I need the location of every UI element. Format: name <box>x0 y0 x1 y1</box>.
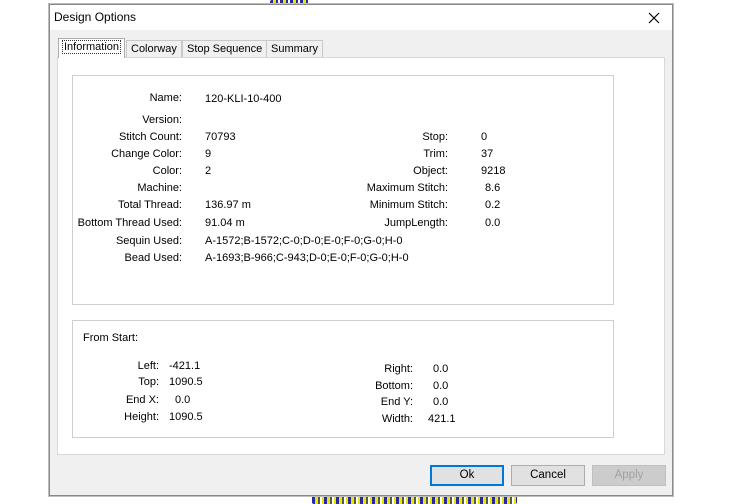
top-label: Top: <box>138 376 159 388</box>
stitch-count-label: Stitch Count: <box>119 131 182 143</box>
design-info-group: Name: 120-KLI-10-400 Version: Stitch Cou… <box>72 75 614 305</box>
information-panel: Name: 120-KLI-10-400 Version: Stitch Cou… <box>57 57 665 455</box>
sequin-used-label: Sequin Used: <box>115 235 182 247</box>
ok-button[interactable]: Ok <box>430 465 504 486</box>
maximum-stitch-value: 8.6 <box>485 182 501 194</box>
maximum-stitch-label: Maximum Stitch: <box>366 182 448 194</box>
end-x-label: End X: <box>125 394 159 406</box>
total-thread-label: Total Thread: <box>117 199 182 211</box>
color-label: Color: <box>152 165 182 177</box>
bottom-thread-label: Bottom Thread Used: <box>77 217 182 229</box>
bottom-label: Bottom: <box>375 380 413 392</box>
bottom-value: 0.0 <box>433 380 449 392</box>
bead-used-value: A-1693;B-966;C-943;D-0;E-0;F-0;G-0;H-0 <box>205 252 409 264</box>
sequin-used-value: A-1572;B-1572;C-0;D-0;E-0;F-0;G-0;H-0 <box>205 235 403 247</box>
total-thread-value: 136.97 m <box>205 199 251 211</box>
right-value: 0.0 <box>433 363 449 375</box>
end-x-value: 0.0 <box>175 394 191 406</box>
bottom-thread-value: 91.04 m <box>205 217 245 229</box>
height-label: Height: <box>124 411 159 423</box>
minimum-stitch-value: 0.2 <box>485 199 501 211</box>
height-value: 1090.5 <box>169 411 203 423</box>
bead-used-label: Bead Used: <box>124 252 182 264</box>
tab-stop-sequence[interactable]: Stop Sequence <box>182 40 268 58</box>
title-bar[interactable]: Design Options <box>50 5 672 30</box>
name-label: Name: <box>149 92 182 104</box>
end-y-label: End Y: <box>380 396 413 408</box>
dialog-title: Design Options <box>54 10 137 24</box>
machine-label: Machine: <box>137 182 182 194</box>
tab-information[interactable]: Information <box>58 38 126 58</box>
color-value: 2 <box>205 165 212 177</box>
design-options-dialog: Design Options Information Colorway Stop… <box>49 4 673 496</box>
end-y-value: 0.0 <box>433 396 449 408</box>
cancel-button[interactable]: Cancel <box>511 465 585 486</box>
trim-value: 37 <box>481 148 494 160</box>
apply-button[interactable]: Apply <box>592 465 666 486</box>
close-icon <box>648 12 660 23</box>
object-label: Object: <box>413 165 448 177</box>
stitch-count-value: 70793 <box>205 131 236 143</box>
from-start-group: From Start: Left: -421.1 Top: 1090.5 End… <box>72 320 614 438</box>
jump-length-label: JumpLength: <box>384 217 448 229</box>
close-button[interactable] <box>636 5 672 30</box>
tab-colorway[interactable]: Colorway <box>126 40 182 58</box>
width-value: 421.1 <box>428 413 456 425</box>
from-start-header: From Start: <box>83 332 139 344</box>
left-value: -421.1 <box>169 360 201 372</box>
left-label: Left: <box>137 360 159 372</box>
tab-summary[interactable]: Summary <box>266 40 324 58</box>
object-value: 9218 <box>481 165 506 177</box>
change-color-label: Change Color: <box>111 148 182 160</box>
top-value: 1090.5 <box>169 376 203 388</box>
version-label: Version: <box>142 114 182 126</box>
name-value: 120-KLI-10-400 <box>205 93 282 105</box>
minimum-stitch-label: Minimum Stitch: <box>369 199 448 211</box>
stop-label: Stop: <box>422 131 448 143</box>
trim-label: Trim: <box>423 148 448 160</box>
right-label: Right: <box>384 363 413 375</box>
jump-length-value: 0.0 <box>485 217 501 229</box>
change-color-value: 9 <box>205 148 212 160</box>
stop-value: 0 <box>481 131 488 143</box>
width-label: Width: <box>381 413 413 425</box>
